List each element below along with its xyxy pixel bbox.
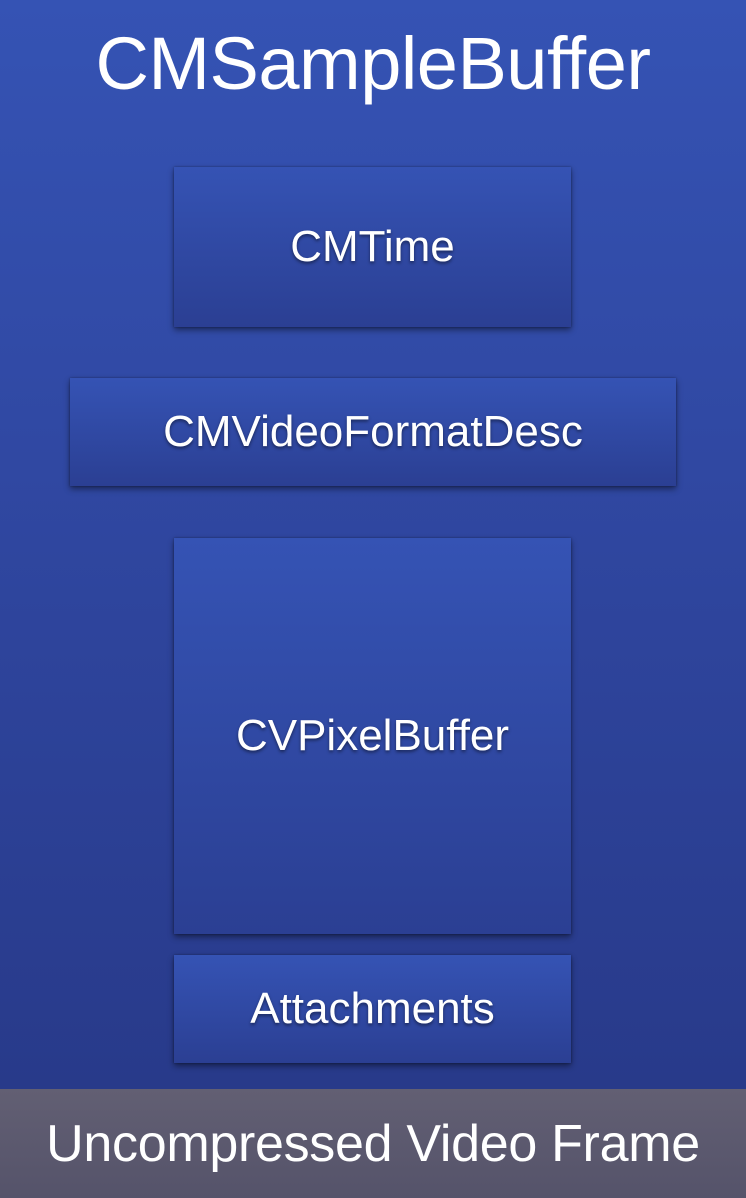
diagram-title: CMSampleBuffer xyxy=(95,22,651,105)
sample-buffer-container: CMSampleBuffer CMTime CMVideoFormatDesc … xyxy=(0,0,746,1089)
diagram-canvas: CMSampleBuffer CMTime CMVideoFormatDesc … xyxy=(0,0,746,1198)
footer-caption: Uncompressed Video Frame xyxy=(46,1114,700,1173)
pixel-buffer-label: CVPixelBuffer xyxy=(235,711,510,760)
attachments-label: Attachments xyxy=(250,984,495,1033)
pixel-buffer-box: CVPixelBuffer xyxy=(174,538,571,934)
cmtime-box: CMTime xyxy=(174,167,571,327)
attachments-box: Attachments xyxy=(174,955,571,1063)
format-desc-label: CMVideoFormatDesc xyxy=(163,407,583,456)
footer-caption-bar: Uncompressed Video Frame xyxy=(0,1089,746,1198)
format-desc-box: CMVideoFormatDesc xyxy=(70,378,676,486)
cmtime-label: CMTime xyxy=(290,222,455,271)
